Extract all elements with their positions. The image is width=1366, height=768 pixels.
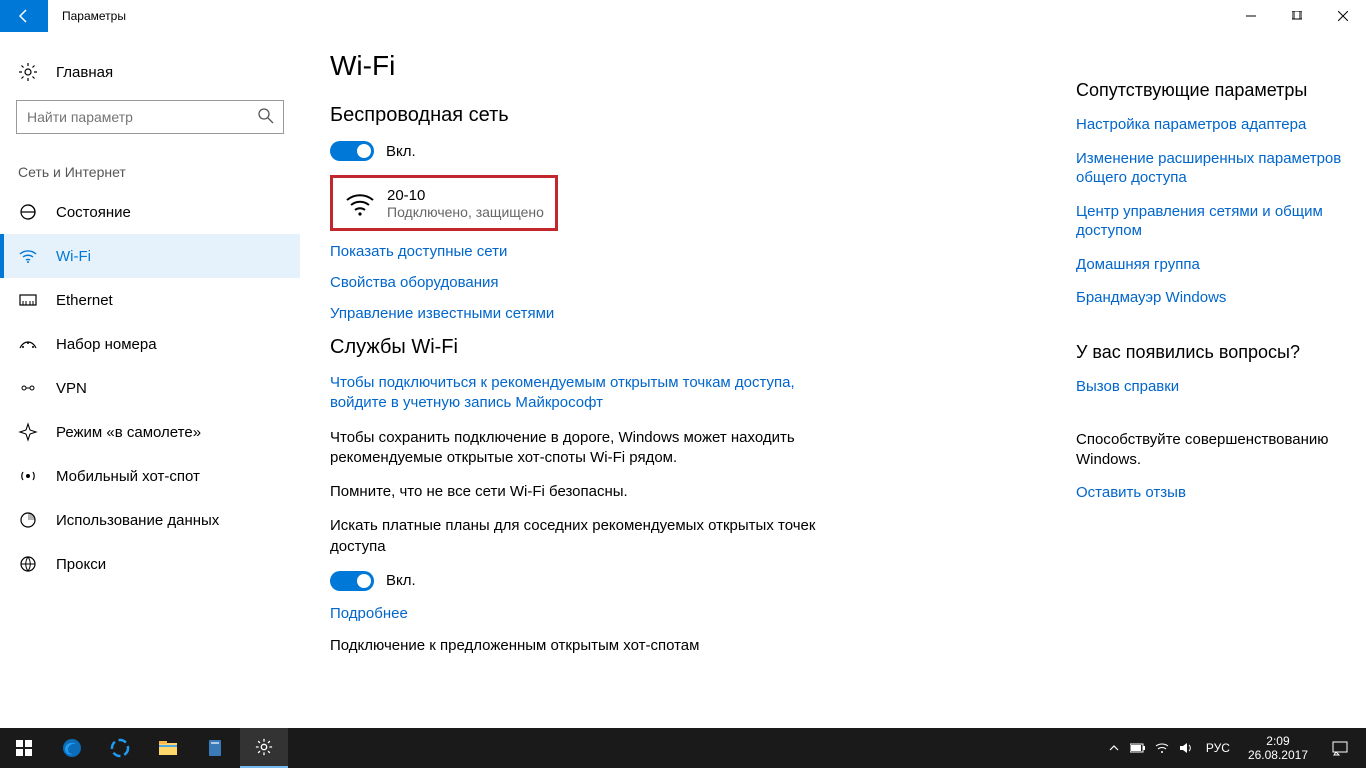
taskbar-app-2[interactable]	[192, 728, 240, 768]
feedback-link[interactable]: Оставить отзыв	[1076, 483, 1346, 503]
window-title: Параметры	[48, 0, 1228, 32]
manage-known-link[interactable]: Управление известными сетями	[330, 305, 1046, 322]
ethernet-icon	[18, 290, 38, 310]
taskbar-app-1[interactable]	[96, 728, 144, 768]
sidebar-home[interactable]: Главная	[0, 54, 300, 90]
tray-battery-icon[interactable]	[1126, 743, 1150, 753]
sidebar-item-proxy[interactable]: Прокси	[0, 542, 300, 586]
sidebar-item-label: Набор номера	[56, 336, 157, 353]
tray-time: 2:09	[1248, 734, 1308, 748]
start-button[interactable]	[0, 728, 48, 768]
show-networks-link[interactable]: Показать доступные сети	[330, 243, 1046, 260]
sidebar-category: Сеть и Интернет	[0, 148, 300, 190]
airplane-icon	[18, 422, 38, 442]
feedback-heading: Способствуйте совершенствованию Windows.	[1076, 430, 1346, 469]
wifi-toggle[interactable]	[330, 141, 374, 161]
vpn-icon	[18, 378, 38, 398]
network-name: 20-10	[387, 187, 544, 204]
taskbar-settings[interactable]	[240, 728, 288, 768]
services-text-1: Чтобы сохранить подключение в дороге, Wi…	[330, 428, 850, 469]
sidebar-item-datausage[interactable]: Использование данных	[0, 498, 300, 542]
hotspot-icon	[18, 466, 38, 486]
search-input[interactable]	[16, 100, 284, 134]
related-link-adapter[interactable]: Настройка параметров адаптера	[1076, 115, 1346, 135]
close-button[interactable]	[1320, 0, 1366, 32]
services-text-3: Искать платные планы для соседних рекоме…	[330, 516, 850, 557]
related-link-homegroup[interactable]: Домашняя группа	[1076, 255, 1346, 275]
dialup-icon	[18, 334, 38, 354]
page-title: Wi-Fi	[330, 50, 1046, 82]
sidebar-item-label: Режим «в самолете»	[56, 424, 201, 441]
related-link-firewall[interactable]: Брандмауэр Windows	[1076, 288, 1346, 308]
status-icon	[18, 202, 38, 222]
sidebar-item-wifi[interactable]: Wi-Fi	[0, 234, 300, 278]
sidebar-item-status[interactable]: Состояние	[0, 190, 300, 234]
tray-date: 26.08.2017	[1248, 748, 1308, 762]
paid-plans-toggle[interactable]	[330, 571, 374, 591]
datausage-icon	[18, 510, 38, 530]
sidebar-item-label: Мобильный хот-спот	[56, 468, 200, 485]
related-link-sharing[interactable]: Изменение расширенных параметров общего …	[1076, 149, 1346, 188]
wifi-toggle-label: Вкл.	[386, 143, 416, 160]
hardware-props-link[interactable]: Свойства оборудования	[330, 274, 1046, 291]
sidebar-item-label: Ethernet	[56, 292, 113, 309]
questions-heading: У вас появились вопросы?	[1076, 342, 1346, 363]
sidebar-item-label: VPN	[56, 380, 87, 397]
taskbar-explorer[interactable]	[144, 728, 192, 768]
sidebar-item-vpn[interactable]: VPN	[0, 366, 300, 410]
sidebar-item-label: Wi-Fi	[56, 248, 91, 265]
current-network[interactable]: 20-10 Подключено, защищено	[330, 175, 558, 231]
sidebar-item-airplane[interactable]: Режим «в самолете»	[0, 410, 300, 454]
sidebar-item-ethernet[interactable]: Ethernet	[0, 278, 300, 322]
tray-chevron-icon[interactable]	[1102, 743, 1126, 753]
wireless-heading: Беспроводная сеть	[330, 104, 1046, 127]
related-link-netcenter[interactable]: Центр управления сетями и общим доступом	[1076, 202, 1346, 241]
more-link[interactable]: Подробнее	[330, 605, 1046, 622]
sidebar-item-dialup[interactable]: Набор номера	[0, 322, 300, 366]
related-heading: Сопутствующие параметры	[1076, 80, 1346, 101]
proxy-icon	[18, 554, 38, 574]
sidebar-home-label: Главная	[56, 64, 113, 81]
main-panel: Wi-Fi Беспроводная сеть Вкл. 20-10 Подкл…	[300, 32, 1076, 728]
tray-volume-icon[interactable]	[1174, 741, 1198, 755]
sidebar-item-label: Использование данных	[56, 512, 219, 529]
wifi-icon	[18, 246, 38, 266]
tray-language[interactable]: РУС	[1198, 741, 1238, 755]
tray-clock[interactable]: 2:09 26.08.2017	[1238, 734, 1318, 763]
gear-icon	[18, 62, 38, 82]
sidebar-item-label: Состояние	[56, 204, 131, 221]
help-link[interactable]: Вызов справки	[1076, 377, 1346, 397]
sidebar-item-hotspot[interactable]: Мобильный хот-спот	[0, 454, 300, 498]
paid-plans-toggle-label: Вкл.	[386, 572, 416, 589]
right-panel: Сопутствующие параметры Настройка параме…	[1076, 32, 1366, 728]
taskbar: РУС 2:09 26.08.2017	[0, 728, 1366, 768]
taskbar-edge[interactable]	[48, 728, 96, 768]
tray-wifi-icon[interactable]	[1150, 741, 1174, 755]
sidebar-item-label: Прокси	[56, 556, 106, 573]
sidebar: Главная Сеть и Интернет Состояние Wi-Fi …	[0, 32, 300, 728]
tray-notifications[interactable]	[1318, 740, 1362, 756]
wifi-signal-icon	[343, 186, 377, 220]
services-text-2: Помните, что не все сети Wi-Fi безопасны…	[330, 482, 850, 502]
signin-link[interactable]: Чтобы подключиться к рекомендуемым откры…	[330, 373, 800, 414]
back-button[interactable]	[0, 0, 48, 32]
minimize-button[interactable]	[1228, 0, 1274, 32]
services-heading: Службы Wi-Fi	[330, 336, 1046, 359]
network-status: Подключено, защищено	[387, 204, 544, 220]
services-text-4: Подключение к предложенным открытым хот-…	[330, 636, 850, 656]
search-icon	[258, 108, 274, 124]
maximize-button[interactable]	[1274, 0, 1320, 32]
